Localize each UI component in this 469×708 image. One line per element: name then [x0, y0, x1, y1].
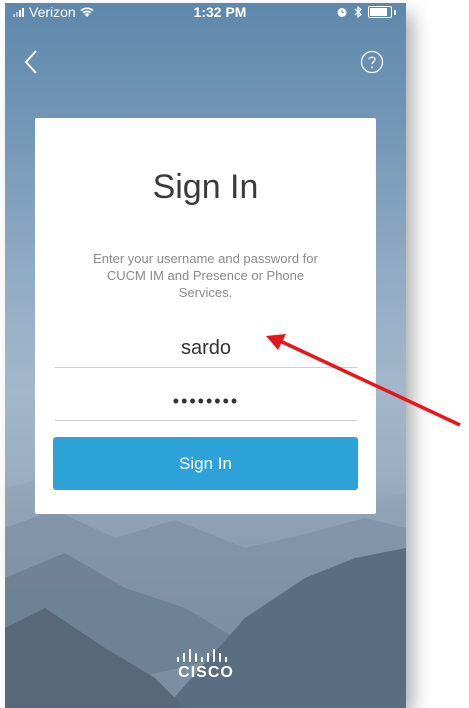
- sign-in-description: Enter your username and password for CUC…: [93, 251, 318, 300]
- status-right-icons: [336, 6, 396, 18]
- status-time: 1:32 PM: [193, 4, 247, 20]
- battery-icon: [368, 6, 392, 18]
- sign-in-button[interactable]: Sign In: [53, 437, 358, 490]
- cisco-logo: CISCO: [175, 648, 237, 684]
- back-chevron-icon[interactable]: [21, 47, 43, 77]
- status-bar: Verizon 1:32 PM: [5, 3, 406, 23]
- carrier-name: Verizon: [29, 4, 76, 20]
- bluetooth-icon: [354, 6, 362, 18]
- help-icon[interactable]: [360, 50, 384, 74]
- sign-in-card: Sign In Enter your username and password…: [35, 118, 376, 514]
- battery-tip: [394, 9, 396, 15]
- cisco-bars-icon: [177, 649, 227, 662]
- alarm-icon: [337, 8, 347, 17]
- annotation-arrow: [266, 334, 461, 427]
- carrier-indicator: Verizon: [13, 4, 95, 20]
- sign-in-title: Sign In: [152, 168, 259, 206]
- wifi-icon: [80, 7, 94, 17]
- cisco-wordmark: CISCO: [178, 664, 234, 681]
- signal-strength-icon: [13, 7, 24, 17]
